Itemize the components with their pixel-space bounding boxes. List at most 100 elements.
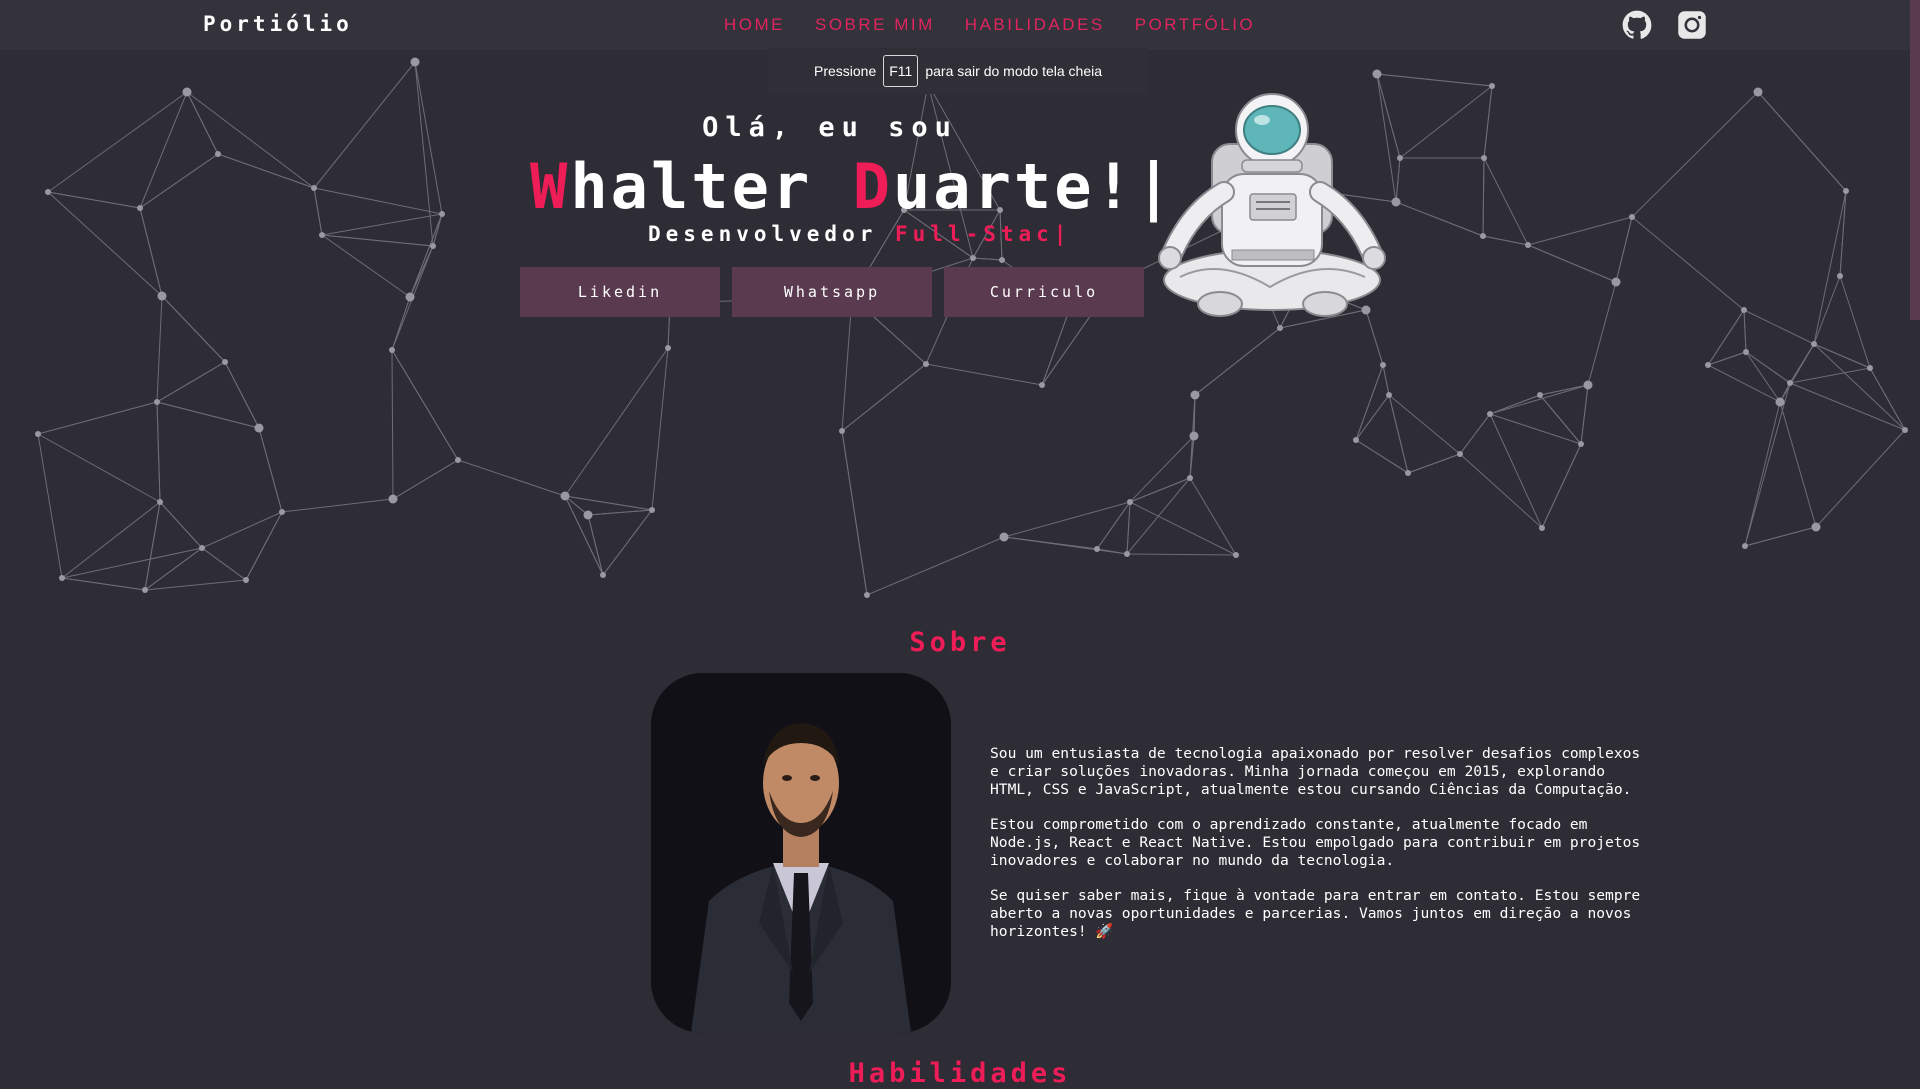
- network-node: [999, 532, 1009, 542]
- f11-key: F11: [883, 55, 919, 87]
- network-node: [243, 577, 249, 583]
- network-node: [1397, 155, 1403, 161]
- brand-logo[interactable]: Portiólio: [203, 12, 353, 36]
- network-node: [199, 545, 205, 551]
- network-node: [1537, 392, 1543, 398]
- network-line: [1489, 413, 1582, 445]
- curriculo-button[interactable]: Curriculo: [944, 267, 1144, 317]
- network-node: [455, 457, 461, 463]
- nav-menu: HOME SOBRE MIM HABILIDADES PORTFÓLIO: [724, 15, 1285, 35]
- network-line: [602, 509, 653, 576]
- network-line: [47, 191, 141, 209]
- network-line: [245, 511, 283, 581]
- network-line: [1615, 216, 1633, 283]
- network-line: [1789, 382, 1906, 431]
- network-node: [649, 507, 655, 513]
- network-line: [224, 361, 260, 429]
- network-line: [313, 61, 416, 189]
- network-node: [410, 57, 420, 67]
- hero-role: Desenvolvedor Full-Stac|: [648, 222, 1071, 246]
- network-line: [144, 501, 161, 591]
- network-line: [1813, 275, 1841, 345]
- network-line: [1395, 201, 1484, 237]
- network-node: [864, 592, 870, 598]
- nav-link-sobre-mim[interactable]: SOBRE MIM: [815, 15, 935, 35]
- network-line: [1757, 91, 1847, 192]
- network-line: [144, 579, 247, 591]
- network-node: [1124, 551, 1130, 557]
- network-node: [1094, 546, 1100, 552]
- network-line: [159, 501, 203, 549]
- instagram-icon[interactable]: [1677, 10, 1707, 40]
- network-line: [1096, 548, 1128, 555]
- network-line: [587, 514, 604, 576]
- network-line: [1631, 91, 1759, 218]
- network-node: [1386, 392, 1392, 398]
- skills-section-title: Habilidades: [848, 1058, 1072, 1089]
- network-node: [388, 494, 398, 504]
- network-line: [1707, 309, 1745, 366]
- network-line: [186, 91, 219, 155]
- network-node: [1481, 155, 1487, 161]
- network-node: [45, 189, 51, 195]
- network-line: [392, 459, 459, 500]
- network-line: [1813, 190, 1847, 345]
- network-line: [139, 207, 163, 297]
- network-line: [313, 187, 443, 215]
- first-initial: W: [530, 150, 571, 223]
- network-line: [186, 91, 315, 189]
- network-line: [37, 433, 63, 579]
- network-node: [1039, 382, 1045, 388]
- network-line: [1744, 382, 1791, 547]
- network-line: [1707, 364, 1781, 403]
- network-node: [1742, 543, 1748, 549]
- network-line: [1815, 429, 1906, 528]
- last-name-rest: uarte!|: [892, 150, 1176, 223]
- network-line: [1789, 367, 1871, 384]
- network-line: [47, 91, 188, 193]
- network-line: [1839, 275, 1871, 369]
- network-line: [391, 349, 394, 500]
- network-line: [156, 361, 226, 403]
- linkedin-button[interactable]: Likedin: [520, 267, 720, 317]
- network-line: [1388, 394, 1461, 455]
- network-line: [1041, 307, 1071, 386]
- network-line: [313, 187, 323, 236]
- network-node: [215, 151, 221, 157]
- github-icon[interactable]: [1622, 10, 1652, 40]
- nav-link-portfolio[interactable]: PORTFÓLIO: [1135, 15, 1255, 35]
- network-node: [430, 243, 436, 249]
- about-paragraph: Estou comprometido com o aprendizado con…: [990, 816, 1641, 869]
- network-line: [1539, 384, 1589, 396]
- network-node: [1775, 397, 1785, 407]
- network-node: [254, 423, 264, 433]
- network-line: [409, 213, 443, 298]
- network-line: [1399, 85, 1493, 159]
- scrollbar-thumb[interactable]: [1910, 0, 1920, 320]
- nav-link-habilidades[interactable]: HABILIDADES: [965, 15, 1105, 35]
- network-node: [154, 399, 160, 405]
- network-node: [311, 185, 317, 191]
- network-line: [1483, 157, 1529, 246]
- notice-text-after: para sair do modo tela cheia: [925, 63, 1103, 79]
- whatsapp-button[interactable]: Whatsapp: [732, 267, 932, 317]
- network-line: [1482, 157, 1485, 237]
- network-node: [1611, 277, 1621, 287]
- network-node: [839, 428, 845, 434]
- network-line: [925, 363, 1043, 386]
- network-node: [1753, 87, 1763, 97]
- network-node: [1811, 522, 1821, 532]
- network-node: [1405, 470, 1411, 476]
- about-section-title: Sobre: [909, 627, 1011, 658]
- network-node: [1189, 431, 1199, 441]
- network-node: [560, 491, 570, 501]
- network-line: [1459, 413, 1491, 455]
- network-node: [583, 510, 593, 520]
- network-line: [841, 296, 853, 432]
- network-line: [1129, 435, 1195, 503]
- network-line: [217, 153, 315, 189]
- network-node: [1843, 188, 1849, 194]
- role-prefix: Desenvolvedor: [648, 222, 896, 246]
- nav-link-home[interactable]: HOME: [724, 15, 785, 35]
- network-line: [1779, 401, 1817, 528]
